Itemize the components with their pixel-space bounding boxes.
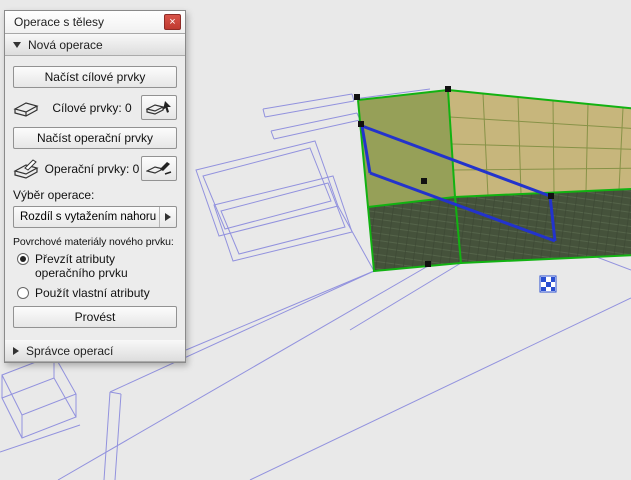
radio-inherit-label: Převzít atributy operačního prvku <box>35 252 128 280</box>
slab-front-face <box>455 188 631 263</box>
operator-elements-row: Operační prvky: 0 <box>13 155 177 182</box>
operator-elements-count: Operační prvky: 0 <box>44 161 140 176</box>
section-new-operation[interactable]: Nová operace <box>5 34 185 56</box>
checker-badge-icon <box>539 275 557 293</box>
panel-titlebar[interactable]: Operace s tělesy × <box>5 11 185 34</box>
section-operation-manager[interactable]: Správce operací <box>5 340 185 362</box>
radio-custom-label: Použít vlastní atributy <box>35 286 150 300</box>
operation-select[interactable]: Rozdíl s vytažením nahoru <box>13 206 177 228</box>
pick-target-button[interactable] <box>141 95 177 120</box>
load-operator-elements-button[interactable]: Načíst operační prvky <box>13 127 177 149</box>
operator-slab-icon <box>13 158 43 180</box>
radio-selected-icon <box>17 253 29 265</box>
selected-slab[interactable] <box>354 86 631 273</box>
flyout-arrow-icon <box>159 207 176 227</box>
solid-operations-panel: Operace s tělesy × Nová operace Načíst c… <box>4 10 186 363</box>
target-elements-count: Cílové prvky: 0 <box>52 100 132 115</box>
operation-select-label: Výběr operace: <box>13 188 95 202</box>
target-slab-icon <box>13 97 43 119</box>
close-button[interactable]: × <box>164 14 181 30</box>
section-new-operation-label: Nová operace <box>28 38 103 52</box>
chevron-right-icon <box>13 347 19 355</box>
chevron-down-icon <box>13 42 21 48</box>
section-operation-manager-label: Správce operací <box>26 344 114 358</box>
slab-ledge-face <box>358 90 455 207</box>
radio-custom-attributes[interactable]: Použít vlastní atributy <box>17 286 177 300</box>
pick-target-icon <box>146 100 171 115</box>
operation-selected-value: Rozdíl s vytažením nahoru <box>20 211 157 223</box>
target-elements-row: Cílové prvky: 0 <box>13 94 177 121</box>
load-target-elements-button[interactable]: Načíst cílové prvky <box>13 66 177 88</box>
close-icon: × <box>169 15 176 28</box>
radio-unselected-icon <box>17 287 29 299</box>
slab-left-face <box>368 197 461 271</box>
pick-operator-button[interactable] <box>141 156 177 181</box>
panel-title: Operace s tělesy <box>14 15 105 29</box>
application-window: Operace s tělesy × Nová operace Načíst c… <box>0 0 631 480</box>
panel-body: Načíst cílové prvky Cílové prvky: 0 Načí… <box>5 56 185 340</box>
surface-materials-label: Povrchové materiály nového prvku: <box>13 236 174 248</box>
execute-button[interactable]: Provést <box>13 306 177 328</box>
radio-inherit-attributes[interactable]: Převzít atributy operačního prvku <box>17 252 177 280</box>
pick-operator-icon <box>146 161 172 175</box>
